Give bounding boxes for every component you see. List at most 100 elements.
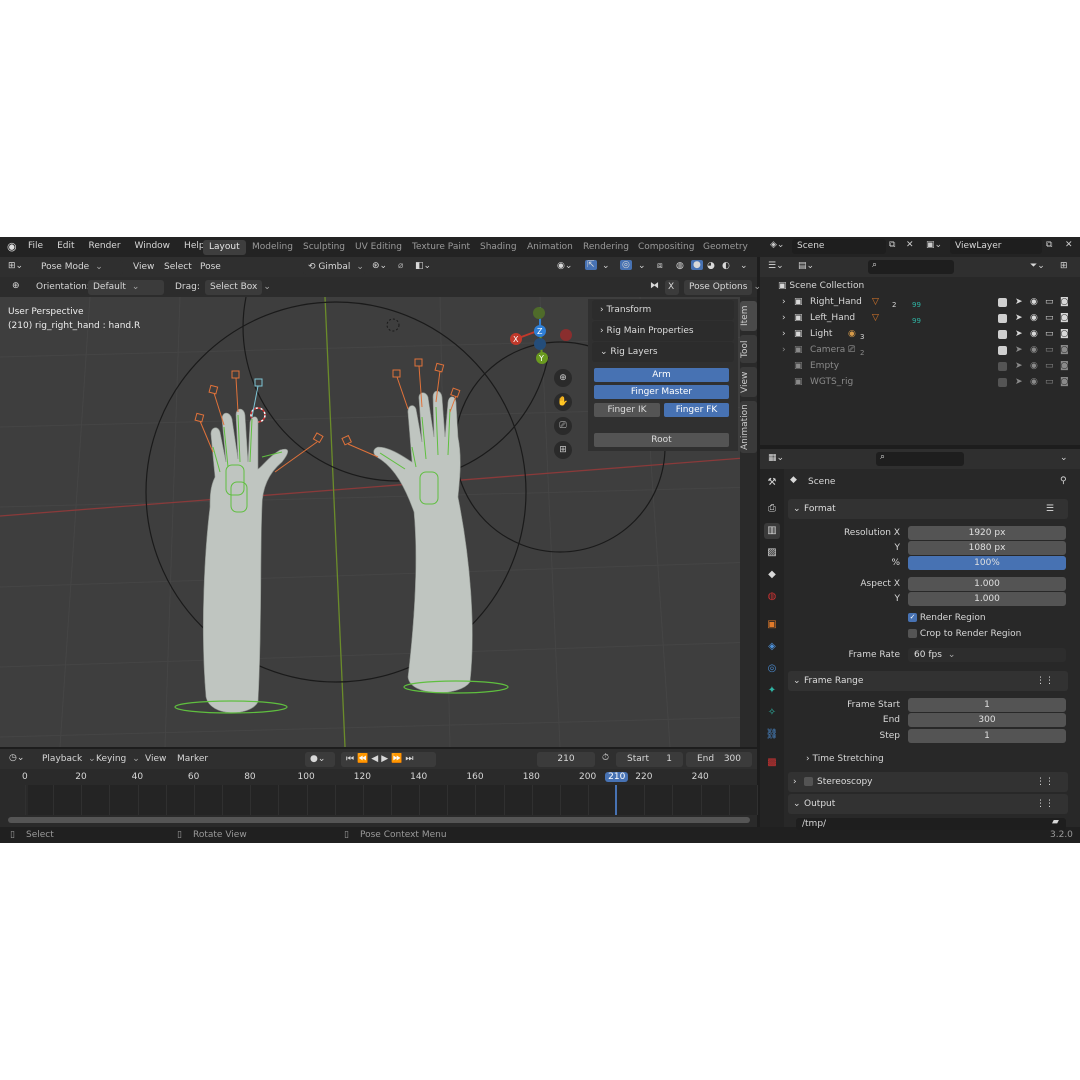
tab-texture-paint[interactable]: Texture Paint: [406, 240, 476, 255]
data-icon[interactable]: ▽: [872, 310, 879, 326]
eye-icon[interactable]: ◉: [1030, 326, 1038, 342]
world-tab-icon[interactable]: ◍: [764, 589, 780, 605]
menu-file[interactable]: File: [28, 241, 43, 251]
camera-icon[interactable]: ◙: [1060, 374, 1069, 390]
scene-name-field[interactable]: Scene: [792, 239, 886, 254]
presets-list-icon[interactable]: ☰: [1046, 499, 1054, 519]
shading-wireframe-icon[interactable]: ◍: [676, 261, 684, 271]
view-layer-tab-icon[interactable]: ▨: [764, 545, 780, 561]
properties-editor-type-icon[interactable]: ▦⌄: [768, 453, 784, 463]
blender-logo-icon[interactable]: ◉: [7, 240, 17, 253]
render-tab-icon[interactable]: ⎙: [764, 501, 780, 517]
tab-layout[interactable]: Layout: [203, 240, 246, 255]
shading-material-icon[interactable]: ◕: [707, 261, 715, 271]
view-layer-remove-icon[interactable]: ✕: [1065, 240, 1073, 250]
select-arrow-icon[interactable]: ➤: [1015, 358, 1023, 374]
finger-fk-layer-button[interactable]: Finger FK: [664, 403, 729, 417]
time-stretching-subpanel[interactable]: › Time Stretching: [806, 754, 884, 764]
resolution-percent-slider[interactable]: 100%: [908, 556, 1066, 570]
scene-selector-icon[interactable]: ◈⌄: [770, 240, 784, 250]
modifier-tab-icon[interactable]: ◈: [764, 639, 780, 655]
editor-type-icon[interactable]: ⊞⌄: [8, 261, 23, 271]
monitor-icon[interactable]: ▭: [1045, 310, 1054, 326]
output-path-field[interactable]: /tmp/: [796, 818, 1066, 830]
frame-end-field[interactable]: 300: [908, 713, 1066, 727]
scene-remove-icon[interactable]: ✕: [906, 240, 914, 250]
stereoscopy-checkbox[interactable]: [804, 777, 813, 786]
playback-controls[interactable]: ⏮⏪◀▶⏩⏭: [341, 752, 436, 767]
expand-arrow-icon[interactable]: ›: [782, 294, 786, 310]
record-icon[interactable]: ●⌄: [305, 752, 335, 767]
timer-icon[interactable]: ⏱: [602, 753, 609, 763]
tab-compositing[interactable]: Compositing: [632, 240, 700, 255]
frame-range-section-header[interactable]: ⌄ Frame Range ⋮⋮: [788, 671, 1068, 691]
tab-shading[interactable]: Shading: [474, 240, 523, 255]
tool-tab-icon[interactable]: ⚒: [764, 475, 780, 491]
scene-copy-icon[interactable]: ⧉: [889, 240, 895, 250]
aspect-y-field[interactable]: 1.000: [908, 592, 1066, 606]
xray-icon[interactable]: ⧈: [657, 261, 663, 271]
x-mirror-toggle[interactable]: X: [665, 280, 679, 295]
magnet-icon[interactable]: ⌀: [398, 261, 403, 271]
outliner-row[interactable]: › ▣ Camera ⎚ 2 ➤ ◉ ▭ ◙: [760, 342, 1080, 358]
tab-item[interactable]: Item: [740, 301, 757, 331]
view-layer-field[interactable]: ViewLayer: [950, 239, 1042, 254]
eye-icon[interactable]: ◉: [1030, 374, 1038, 390]
frame-rate-dropdown[interactable]: 60 fps: [908, 648, 1066, 662]
frame-start-field[interactable]: 1: [908, 698, 1066, 712]
outliner-editor-type-icon[interactable]: ☰⌄: [768, 261, 784, 271]
mode-dropdown[interactable]: Pose Mode: [36, 260, 123, 275]
frame-ruler[interactable]: 0 20 40 60 80 100 120 140 160 180 200 210 220 240: [0, 769, 757, 785]
proportional-icon[interactable]: ◧⌄: [415, 261, 431, 271]
eye-icon[interactable]: ◉: [1030, 358, 1038, 374]
timeline-scrollbar[interactable]: [8, 817, 750, 823]
drag-dropdown[interactable]: Select Box: [205, 280, 262, 295]
section-transform[interactable]: › Transform: [592, 300, 734, 320]
folder-icon[interactable]: ▰: [1052, 817, 1059, 827]
scene-collection-row[interactable]: ▣ Scene Collection: [760, 278, 1080, 294]
exclude-checkbox[interactable]: [998, 346, 1007, 355]
exclude-checkbox[interactable]: [998, 314, 1007, 323]
aspect-x-field[interactable]: 1.000: [908, 577, 1066, 591]
finger-ik-layer-button[interactable]: Finger IK: [594, 403, 660, 417]
overlay-toggle-icon[interactable]: ◎: [620, 260, 632, 270]
select-arrow-icon[interactable]: ➤: [1015, 294, 1023, 310]
output-section-header[interactable]: ⌄ Output ⋮⋮: [788, 794, 1068, 814]
keying-menu[interactable]: Keying: [96, 754, 140, 764]
camera-icon[interactable]: ◙: [1060, 294, 1069, 310]
monitor-icon[interactable]: ▭: [1045, 358, 1054, 374]
tab-animation[interactable]: Animation: [521, 240, 579, 255]
snap-icon[interactable]: ⊛⌄: [372, 261, 387, 271]
section-rig-main[interactable]: › Rig Main Properties: [592, 321, 734, 341]
shading-solid-icon[interactable]: ●: [691, 260, 703, 270]
pivot-dropdown[interactable]: ⟲ Gimbal: [303, 260, 365, 275]
tab-tool[interactable]: Tool: [740, 335, 757, 363]
camera-icon[interactable]: ◙: [1060, 342, 1069, 358]
transform-pivot-icon[interactable]: ⊕: [12, 281, 20, 291]
playback-menu[interactable]: Playback: [42, 754, 96, 764]
tab-view[interactable]: View: [740, 367, 757, 397]
camera-icon[interactable]: ◙: [1060, 310, 1069, 326]
finger-master-layer-button[interactable]: Finger Master: [594, 385, 729, 399]
render-region-checkbox[interactable]: ✓ Render Region: [908, 613, 986, 623]
filter-icon[interactable]: ⏷⌄: [1030, 261, 1045, 271]
zoom-icon[interactable]: ⊕: [554, 369, 572, 387]
timeline-marker-menu[interactable]: Marker: [177, 754, 208, 764]
menu-window[interactable]: Window: [135, 241, 171, 251]
outliner-row[interactable]: › ▣ Light ◉ 3 ➤ ◉ ▭ ◙: [760, 326, 1080, 342]
format-section-header[interactable]: ⌄ Format ☰: [788, 499, 1068, 519]
timeline-editor-type-icon[interactable]: ◷⌄: [9, 753, 24, 763]
stereoscopy-section-header[interactable]: › Stereoscopy ⋮⋮: [788, 772, 1068, 792]
shading-rendered-icon[interactable]: ◐: [722, 261, 730, 271]
exclude-checkbox[interactable]: [998, 378, 1007, 387]
pan-hand-icon[interactable]: ✋: [554, 393, 572, 411]
crop-region-checkbox[interactable]: Crop to Render Region: [908, 629, 1021, 639]
expand-arrow-icon[interactable]: ›: [782, 326, 786, 342]
data-icon[interactable]: ▽: [872, 294, 879, 310]
outliner-row[interactable]: ▣ WGTS_rig ➤ ◉ ▭ ◙: [760, 374, 1080, 390]
gizmo-dropdown-icon[interactable]: ⌄: [602, 261, 610, 271]
data-icon[interactable]: ◉: [848, 326, 856, 342]
mirror-icon[interactable]: ⧓: [650, 281, 659, 291]
monitor-icon[interactable]: ▭: [1045, 342, 1054, 358]
playhead[interactable]: [615, 785, 618, 815]
